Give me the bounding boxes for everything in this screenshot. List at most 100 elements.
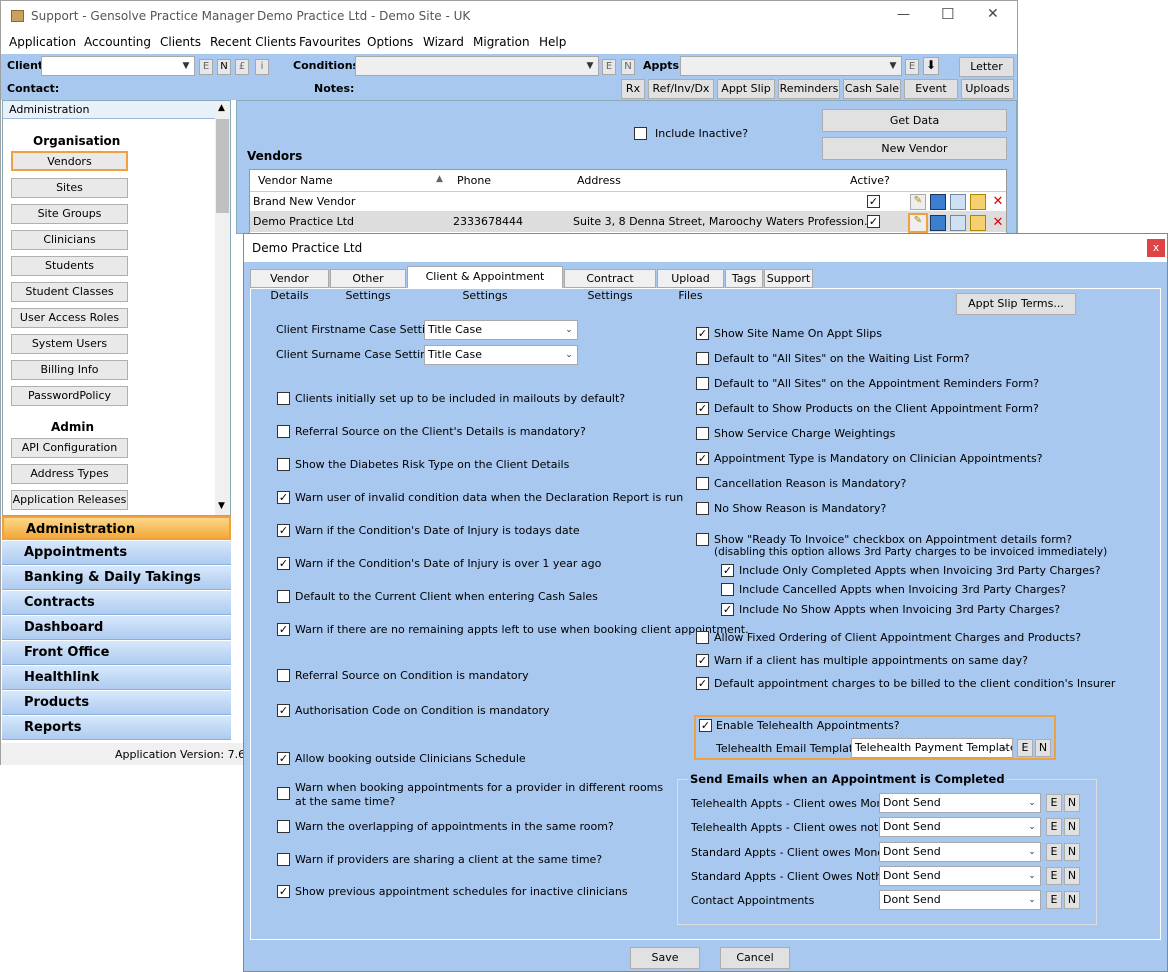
- right-checkbox[interactable]: ✓: [696, 677, 709, 690]
- right-checkbox[interactable]: [696, 477, 709, 490]
- system-users-button[interactable]: System Users: [11, 334, 128, 354]
- tab-client-appointment-settings[interactable]: Client & Appointment Settings: [407, 266, 563, 302]
- left-checkbox[interactable]: ✓: [277, 491, 290, 504]
- right-checkbox[interactable]: ✓: [696, 452, 709, 465]
- nav-contracts[interactable]: Contracts: [2, 591, 231, 615]
- left-checkbox[interactable]: ✓: [277, 557, 290, 570]
- email-icon[interactable]: [970, 215, 986, 231]
- nav-front-office[interactable]: Front Office: [2, 641, 231, 665]
- client-info-button[interactable]: i: [255, 59, 269, 75]
- email-row-new-button[interactable]: N: [1064, 794, 1080, 812]
- appts-edit-button[interactable]: E: [905, 59, 919, 75]
- appt-slip-terms-button[interactable]: Appt Slip Terms...: [956, 293, 1076, 315]
- uploads-button[interactable]: Uploads: [961, 79, 1014, 99]
- email-row-select[interactable]: Dont Send ⌄: [879, 817, 1041, 837]
- firstname-case-select[interactable]: Title Case ⌄: [424, 320, 578, 340]
- delete-icon[interactable]: ✕: [990, 215, 1006, 231]
- billing-info-button[interactable]: Billing Info: [11, 360, 128, 380]
- column-active[interactable]: Active?: [850, 174, 890, 187]
- scroll-down-icon[interactable]: ▼: [218, 501, 225, 511]
- left-checkbox[interactable]: [277, 392, 290, 405]
- left-checkbox[interactable]: [277, 590, 290, 603]
- include-inactive-checkbox[interactable]: [634, 127, 647, 140]
- left-checkbox[interactable]: ✓: [277, 524, 290, 537]
- students-button[interactable]: Students: [11, 256, 128, 276]
- nav-administration[interactable]: Administration: [2, 516, 231, 540]
- nav-dashboard[interactable]: Dashboard: [2, 616, 231, 640]
- client-new-button[interactable]: N: [217, 59, 231, 75]
- tab-vendor-details[interactable]: Vendor Details: [250, 269, 329, 302]
- right-checkbox[interactable]: [721, 583, 734, 596]
- delete-icon[interactable]: ✕: [990, 194, 1006, 210]
- left-checkbox[interactable]: [277, 787, 290, 800]
- client-pound-button[interactable]: £: [235, 59, 249, 75]
- conditions-combo[interactable]: ▼: [355, 56, 599, 76]
- left-checkbox[interactable]: [277, 853, 290, 866]
- telehealth-template-edit-button[interactable]: E: [1017, 739, 1033, 757]
- ref-inv-dx-button[interactable]: Ref/Inv/Dx: [648, 79, 714, 99]
- edit-icon[interactable]: ✎: [908, 213, 928, 233]
- right-checkbox[interactable]: ✓: [696, 654, 709, 667]
- maximize-button[interactable]: ☐: [941, 5, 954, 23]
- menu-clients[interactable]: Clients: [160, 35, 201, 49]
- right-checkbox[interactable]: ✓: [721, 603, 734, 616]
- menu-wizard[interactable]: Wizard: [423, 35, 464, 49]
- email-row-new-button[interactable]: N: [1064, 843, 1080, 861]
- left-checkbox[interactable]: [277, 669, 290, 682]
- client-combo[interactable]: ▼: [41, 56, 195, 76]
- email-row-new-button[interactable]: N: [1064, 867, 1080, 885]
- save-button[interactable]: Save: [630, 947, 700, 969]
- active-checkbox[interactable]: ✓: [867, 195, 880, 208]
- menu-accounting[interactable]: Accounting: [84, 35, 151, 49]
- menu-migration[interactable]: Migration: [473, 35, 530, 49]
- appts-combo[interactable]: ▼: [680, 56, 902, 76]
- menu-help[interactable]: Help: [539, 35, 566, 49]
- api-configuration-button[interactable]: API Configuration: [11, 438, 128, 458]
- new-vendor-button[interactable]: New Vendor: [822, 137, 1007, 160]
- minimize-button[interactable]: —: [897, 7, 910, 22]
- reminders-button[interactable]: Reminders: [778, 79, 840, 99]
- nav-healthlink[interactable]: Healthlink: [2, 666, 231, 690]
- copy-icon[interactable]: [950, 215, 966, 231]
- scrollbar[interactable]: ▲ ▼: [215, 101, 230, 515]
- edit-icon[interactable]: ✎: [910, 194, 926, 210]
- email-row-edit-button[interactable]: E: [1046, 891, 1062, 909]
- site-groups-button[interactable]: Site Groups: [11, 204, 128, 224]
- tab-upload-files[interactable]: Upload Files: [657, 269, 724, 302]
- table-row[interactable]: Demo Practice Ltd 2333678444 Suite 3, 8 …: [250, 212, 1006, 232]
- left-checkbox[interactable]: ✓: [277, 885, 290, 898]
- surname-case-select[interactable]: Title Case ⌄: [424, 345, 578, 365]
- download-icon[interactable]: ⬇: [923, 57, 939, 75]
- sites-button[interactable]: Sites: [11, 178, 128, 198]
- menu-application[interactable]: Application: [9, 35, 76, 49]
- email-row-edit-button[interactable]: E: [1046, 867, 1062, 885]
- client-edit-button[interactable]: E: [199, 59, 213, 75]
- right-checkbox[interactable]: ✓: [721, 564, 734, 577]
- tab-support[interactable]: Support: [764, 269, 813, 288]
- left-checkbox[interactable]: [277, 425, 290, 438]
- cash-sale-button[interactable]: Cash Sale: [843, 79, 901, 99]
- telehealth-enable-checkbox[interactable]: ✓: [699, 719, 712, 732]
- nav-products[interactable]: Products: [2, 691, 231, 715]
- email-row-select[interactable]: Dont Send ⌄: [879, 793, 1041, 813]
- left-checkbox[interactable]: [277, 820, 290, 833]
- right-checkbox[interactable]: [696, 533, 709, 546]
- column-phone[interactable]: Phone: [457, 174, 491, 187]
- table-row[interactable]: Brand New Vendor ✓: [250, 192, 1006, 212]
- email-row-edit-button[interactable]: E: [1046, 843, 1062, 861]
- telehealth-template-new-button[interactable]: N: [1035, 739, 1051, 757]
- application-releases-button[interactable]: Application Releases: [11, 490, 128, 510]
- get-data-button[interactable]: Get Data: [822, 109, 1007, 132]
- grid-icon[interactable]: [930, 215, 946, 231]
- nav-banking[interactable]: Banking & Daily Takings: [2, 566, 231, 590]
- appt-slip-button[interactable]: Appt Slip: [717, 79, 775, 99]
- menu-recent-clients[interactable]: Recent Clients: [210, 35, 296, 49]
- user-access-roles-button[interactable]: User Access Roles: [11, 308, 128, 328]
- right-checkbox[interactable]: [696, 352, 709, 365]
- email-row-edit-button[interactable]: E: [1046, 818, 1062, 836]
- email-row-edit-button[interactable]: E: [1046, 794, 1062, 812]
- address-types-button[interactable]: Address Types: [11, 464, 128, 484]
- left-checkbox[interactable]: [277, 458, 290, 471]
- email-row-new-button[interactable]: N: [1064, 891, 1080, 909]
- event-button[interactable]: Event: [904, 79, 958, 99]
